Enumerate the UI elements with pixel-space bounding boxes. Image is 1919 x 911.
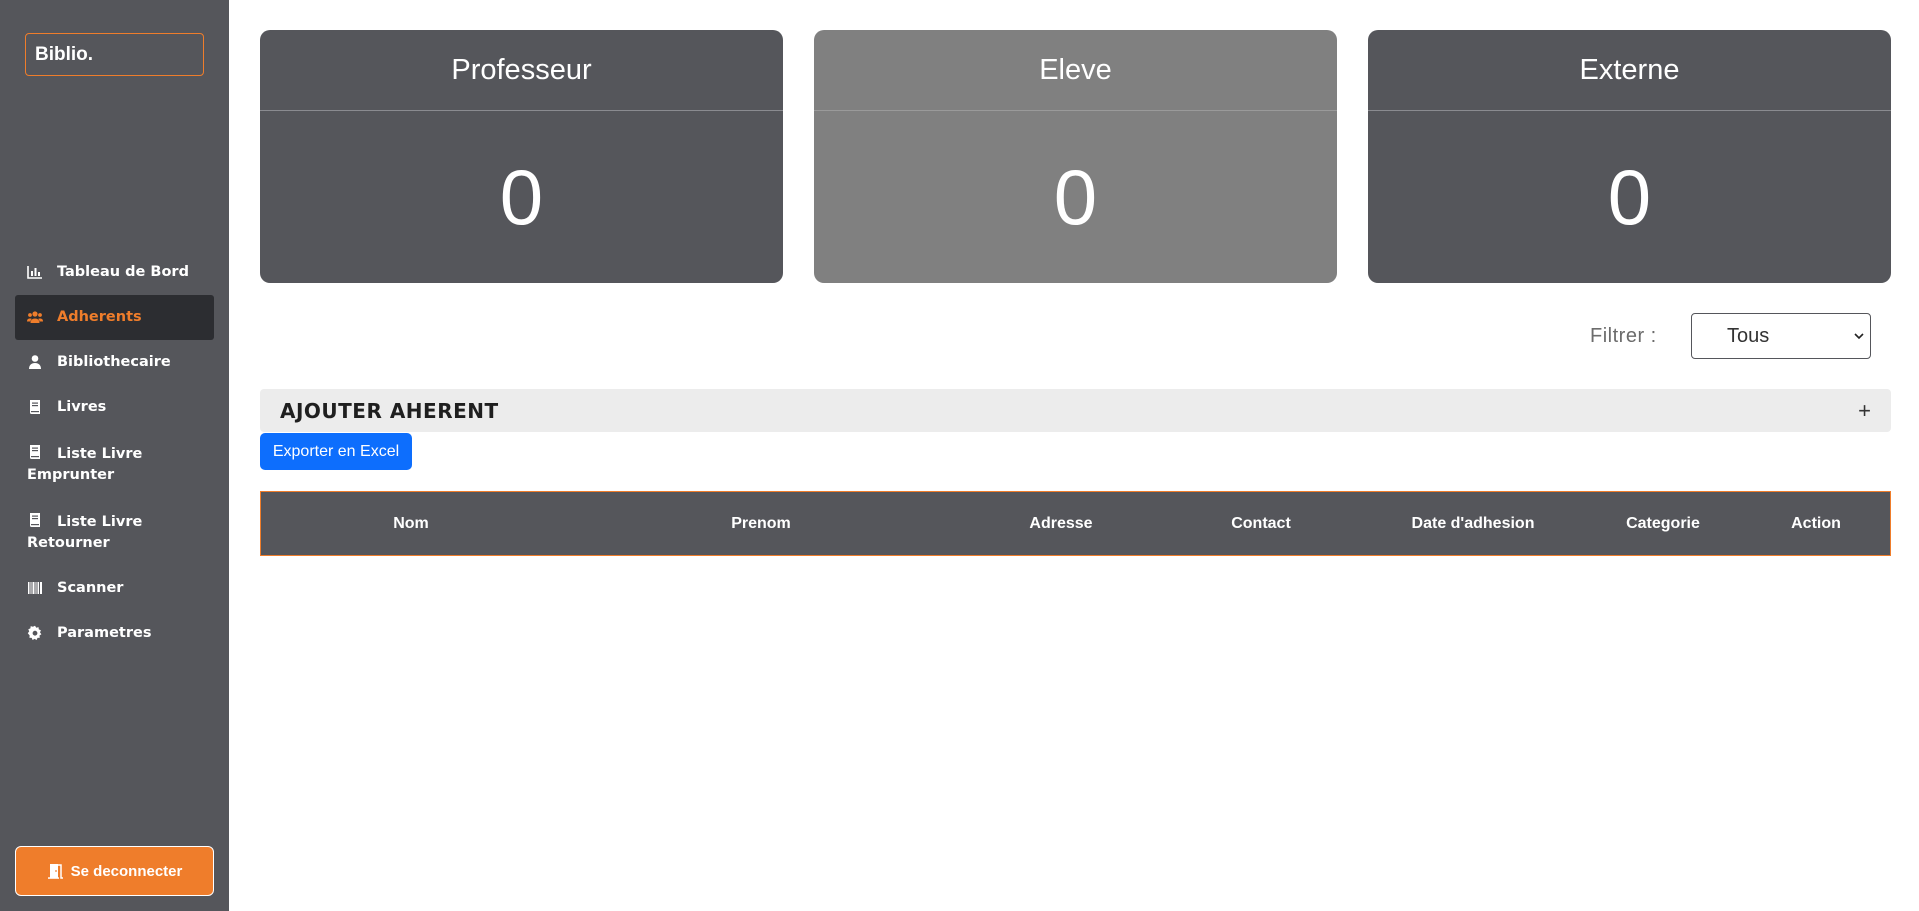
column-header-date-adhesion[interactable]: Date d'adhesion <box>1361 492 1585 555</box>
filter-label: Filtrer : <box>1590 325 1657 347</box>
card-title: Externe <box>1368 30 1891 111</box>
book-icon <box>30 445 40 459</box>
stat-card-professeur: Professeur 0 <box>260 30 783 283</box>
sidebar-item-label: Parametres <box>57 625 152 641</box>
card-title: Professeur <box>260 30 783 111</box>
sidebar-nav: Tableau de Bord Adherents Bibliothecaire… <box>15 250 214 656</box>
sidebar: Biblio. Tableau de Bord Adherents Biblio… <box>0 0 229 911</box>
sidebar-item-parametres[interactable]: Parametres <box>15 611 214 656</box>
sidebar-item-adherents[interactable]: Adherents <box>15 295 214 340</box>
barcode-icon <box>28 582 42 594</box>
column-header-action[interactable]: Action <box>1741 492 1891 555</box>
accordion-title: AJOUTER AHERENT <box>280 398 499 423</box>
sidebar-item-liste-livre-retourner[interactable]: Liste Livre Retourner <box>15 498 214 566</box>
users-icon <box>27 311 43 323</box>
door-open-icon <box>47 864 63 879</box>
logout-button[interactable]: Se deconnecter <box>15 846 214 896</box>
app-logo[interactable]: Biblio. <box>25 33 204 76</box>
sidebar-item-bibliothecaire[interactable]: Bibliothecaire <box>15 340 214 385</box>
members-table-header: Nom Prenom Adresse Contact Date d'adhesi… <box>260 491 1891 556</box>
sidebar-item-label: Livres <box>57 399 107 415</box>
add-member-accordion[interactable]: AJOUTER AHERENT + <box>260 389 1891 432</box>
sidebar-item-label: Bibliothecaire <box>57 354 171 370</box>
sidebar-item-tableau-de-bord[interactable]: Tableau de Bord <box>15 250 214 295</box>
export-excel-button[interactable]: Exporter en Excel <box>260 433 412 470</box>
plus-icon[interactable]: + <box>1858 399 1871 422</box>
column-header-prenom[interactable]: Prenom <box>561 492 961 555</box>
sidebar-item-liste-livre-emprunter[interactable]: Liste Livre Emprunter <box>15 430 214 498</box>
card-title: Eleve <box>814 30 1337 111</box>
logout-label: Se deconnecter <box>70 862 183 880</box>
sidebar-item-label-line1: Liste Livre <box>57 446 143 462</box>
sidebar-item-label: Tableau de Bord <box>57 264 189 280</box>
sidebar-item-label: Scanner <box>57 580 124 596</box>
stat-card-eleve: Eleve 0 <box>814 30 1337 283</box>
card-value: 0 <box>1053 152 1098 241</box>
sidebar-item-scanner[interactable]: Scanner <box>15 566 214 611</box>
card-value: 0 <box>499 152 544 241</box>
sidebar-item-label: Adherents <box>57 309 142 325</box>
book-icon <box>30 513 40 527</box>
user-icon <box>29 355 41 369</box>
sidebar-item-label-line2: Emprunter <box>27 467 115 483</box>
column-header-contact[interactable]: Contact <box>1161 492 1361 555</box>
filter-selected-value: Tous <box>1727 324 1770 347</box>
column-header-categorie[interactable]: Categorie <box>1585 492 1741 555</box>
column-header-nom[interactable]: Nom <box>261 492 561 555</box>
gear-icon <box>27 625 42 640</box>
sidebar-item-livres[interactable]: Livres <box>15 385 214 430</box>
chevron-down-icon <box>1854 333 1864 340</box>
filter-select[interactable]: Tous <box>1691 313 1871 359</box>
book-icon <box>30 400 40 414</box>
column-header-adresse[interactable]: Adresse <box>961 492 1161 555</box>
stat-card-externe: Externe 0 <box>1368 30 1891 283</box>
chart-bar-icon <box>27 266 42 279</box>
card-value: 0 <box>1607 152 1652 241</box>
sidebar-item-label-line1: Liste Livre <box>57 514 143 530</box>
sidebar-item-label-line2: Retourner <box>27 535 110 551</box>
